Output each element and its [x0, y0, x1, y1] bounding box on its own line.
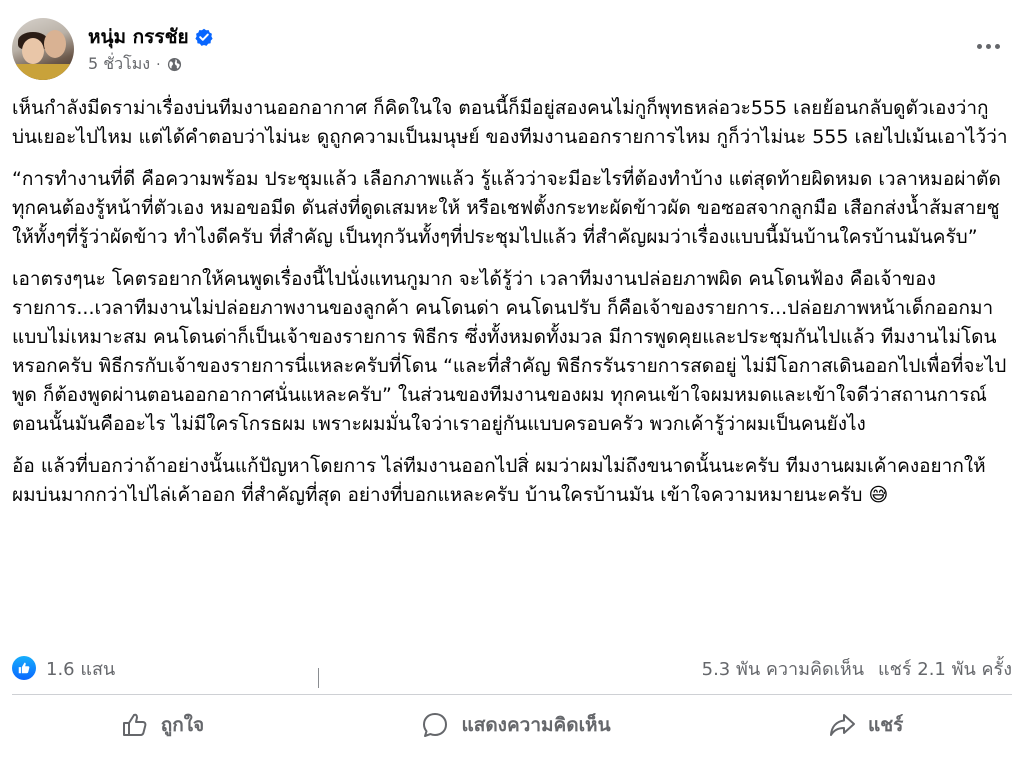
- post-body: เห็นกำลังมีดราม่าเรื่องบ่นทีมงานออกอากาศ…: [12, 94, 1008, 523]
- author-name[interactable]: หนุ่ม กรรชัย: [88, 22, 189, 52]
- comment-bubble-icon: [421, 711, 449, 739]
- post-paragraph: เอาตรงๆนะ โคตรอยากให้คนพูดเรื่องนี้ไปนั่…: [12, 268, 1007, 435]
- like-reaction-icon: [12, 656, 36, 680]
- share-label: แชร์: [867, 714, 904, 736]
- post-time[interactable]: 5 ชั่วโมง: [88, 52, 150, 77]
- comment-label: แสดงความคิดเห็น: [461, 714, 611, 736]
- reactions-summary[interactable]: 1.6 แสน: [12, 654, 115, 683]
- author-row: หนุ่ม กรรชัย: [88, 22, 213, 52]
- engagement-stats: 1.6 แสน 5.3 พัน ความคิดเห็น แชร์ 2.1 พัน…: [12, 652, 1012, 684]
- comments-count[interactable]: 5.3 พัน ความคิดเห็น: [702, 654, 864, 683]
- globe-icon[interactable]: [167, 57, 182, 72]
- post-meta: 5 ชั่วโมง ·: [88, 52, 182, 77]
- share-button[interactable]: แชร์: [808, 704, 923, 746]
- reactions-count: 1.6 แสน: [46, 658, 116, 680]
- like-label: ถูกใจ: [160, 714, 205, 736]
- action-bar: ถูกใจ แสดงความคิดเห็น แชร์: [12, 700, 1012, 750]
- counts-group: 5.3 พัน ความคิดเห็น แชร์ 2.1 พัน ครั้ง: [702, 654, 1012, 683]
- share-arrow-icon: [828, 711, 856, 739]
- actions-divider: [12, 694, 1012, 695]
- meta-separator: ·: [156, 56, 161, 73]
- post-paragraph: เห็นกำลังมีดราม่าเรื่องบ่นทีมงานออกอากาศ…: [12, 97, 1008, 148]
- comment-button[interactable]: แสดงความคิดเห็น: [401, 704, 630, 746]
- more-options-icon[interactable]: [972, 38, 1004, 54]
- facebook-post: หนุ่ม กรรชัย 5 ชั่วโมง · เห็นกำลังมีดราม…: [0, 0, 1024, 760]
- shares-count[interactable]: แชร์ 2.1 พัน ครั้ง: [878, 654, 1012, 683]
- post-paragraph: อ้อ แล้วที่บอกว่าถ้าอย่างนั้นแก้ปัญหาโดย…: [12, 455, 986, 506]
- verified-badge-icon: [195, 28, 213, 46]
- post-paragraph: “การทำงานที่ดี คือความพร้อม ประชุมแล้ว เ…: [12, 168, 1001, 248]
- avatar[interactable]: [12, 18, 74, 80]
- like-button[interactable]: ถูกใจ: [101, 704, 224, 746]
- thumbs-up-icon: [121, 711, 149, 739]
- post-header: หนุ่ม กรรชัย 5 ชั่วโมง ·: [12, 18, 1012, 82]
